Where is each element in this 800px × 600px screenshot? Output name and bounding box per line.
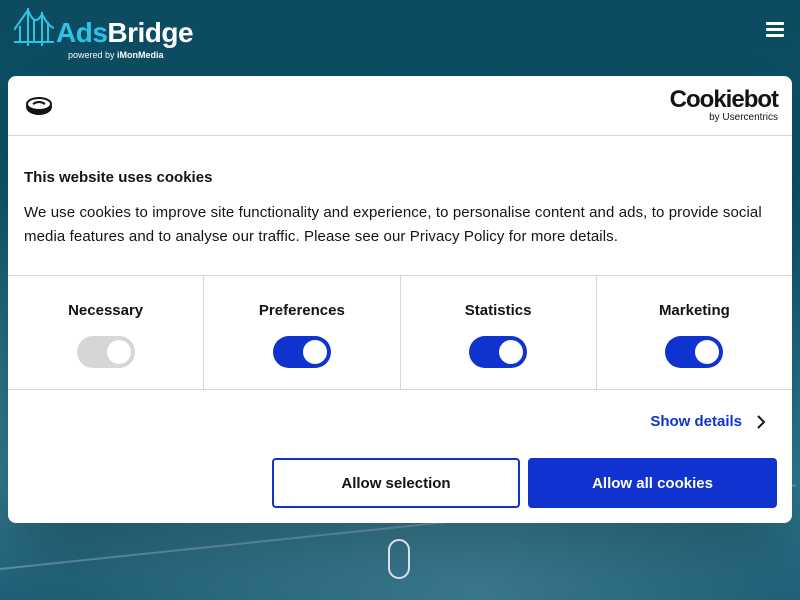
menu-bar: [766, 28, 784, 31]
statistics-toggle[interactable]: [469, 336, 528, 368]
preferences-toggle[interactable]: [272, 336, 331, 368]
category-label: Statistics: [464, 302, 532, 319]
powered-by-label: powered by: [68, 50, 115, 60]
allow-selection-button[interactable]: Allow selection: [272, 458, 520, 508]
cookiebot-sub: by Usercentrics: [709, 112, 778, 123]
logo-ads-text: Ads: [56, 17, 108, 48]
bridge-logo-icon: [14, 7, 54, 46]
logo-bridge-text: Bridge: [107, 17, 194, 48]
dialog-title: This website uses cookies: [24, 169, 213, 186]
necessary-toggle: [76, 336, 135, 368]
adsbridge-logo[interactable]: AdsBridge powered by iMonMedia: [14, 6, 194, 60]
show-details-link[interactable]: Show details: [650, 413, 766, 430]
menu-bar: [766, 34, 784, 37]
show-details-label: Show details: [650, 413, 742, 430]
hamburger-icon[interactable]: [766, 22, 784, 38]
logo-wordmark: AdsBridge: [56, 17, 194, 48]
allow-all-cookies-button[interactable]: Allow all cookies: [528, 458, 777, 508]
category-label: Preferences: [258, 302, 345, 319]
category-label: Marketing: [658, 302, 730, 319]
cookiebot-name: Cookiebot: [669, 86, 779, 113]
marketing-toggle[interactable]: [665, 336, 724, 368]
category-statistics: Statistics: [401, 276, 597, 389]
category-marketing: Marketing: [597, 276, 792, 389]
powered-by-text: powered by iMonMedia: [68, 50, 164, 60]
cookie-categories: Necessary Preferences Statistics Marketi…: [8, 275, 792, 390]
toggle-knob: [106, 340, 131, 364]
toggle-knob: [302, 340, 327, 364]
toggle-knob: [695, 340, 720, 364]
cookie-icon: [26, 97, 52, 115]
cookie-consent-dialog: Cookiebot by Usercentrics This website u…: [8, 76, 792, 523]
category-necessary: Necessary: [8, 276, 205, 389]
chevron-right-icon: [757, 414, 766, 429]
scroll-down-icon[interactable]: [388, 539, 410, 579]
dialog-body: This website uses cookies We use cookies…: [24, 167, 774, 249]
menu-bar: [766, 22, 784, 25]
dialog-header: Cookiebot by Usercentrics: [8, 76, 792, 136]
powered-by-brand: iMonMedia: [117, 50, 164, 60]
category-label: Necessary: [68, 302, 144, 319]
cookiebot-brand[interactable]: Cookiebot by Usercentrics: [669, 86, 779, 124]
dialog-description: We use cookies to improve site functiona…: [24, 204, 762, 245]
toggle-knob: [499, 340, 524, 364]
category-preferences: Preferences: [204, 276, 401, 389]
